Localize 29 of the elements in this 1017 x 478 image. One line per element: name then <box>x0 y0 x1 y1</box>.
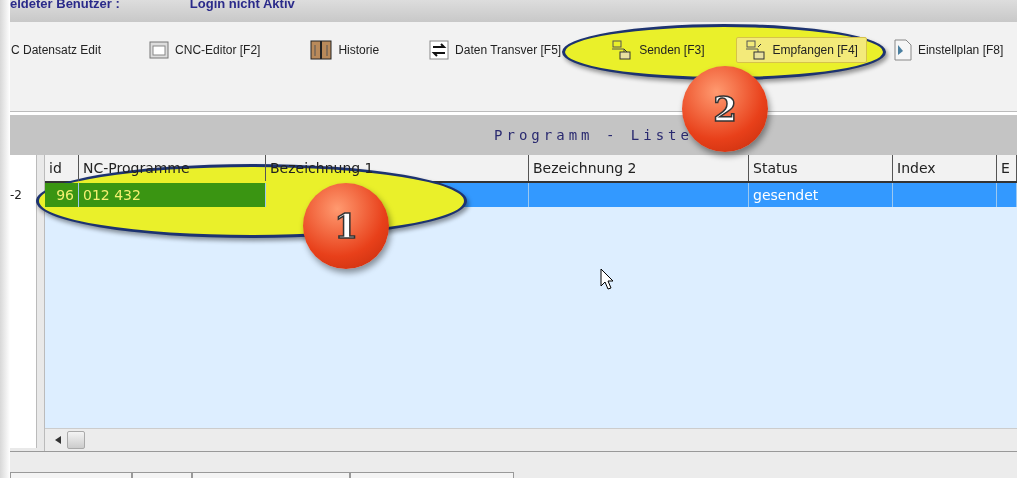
column-header[interactable]: Index <box>893 155 997 181</box>
column-header[interactable]: Status <box>749 155 893 181</box>
document-icon <box>893 39 912 61</box>
computer-transfer-icon <box>611 40 634 60</box>
bottom-tab[interactable] <box>132 472 192 478</box>
column-header[interactable]: Bezeichnung 2 <box>529 155 749 181</box>
swap-arrows-icon <box>429 40 450 60</box>
scrollbar-thumb[interactable] <box>67 431 85 449</box>
table-cell: 012 432 <box>79 183 266 207</box>
toolbar-button[interactable]: C Datensatz Edit <box>10 37 111 63</box>
book-icon <box>310 40 333 60</box>
toolbar-button[interactable]: Historie <box>301 37 389 63</box>
column-header[interactable]: E <box>997 155 1017 181</box>
bottom-tab[interactable] <box>350 472 514 478</box>
computer-transfer-icon <box>744 40 767 60</box>
scroll-left-icon[interactable] <box>55 436 61 444</box>
bottom-tab[interactable] <box>10 472 132 478</box>
table-cell: gesendet <box>749 183 893 207</box>
toolbar-button[interactable]: Daten Transver [F5] <box>420 37 571 63</box>
toolbar-button[interactable]: Einstellplan [F8] <box>884 37 1013 63</box>
toolbar-button[interactable]: Empfangen [F4] <box>735 37 867 63</box>
mouse-pointer-icon <box>600 268 614 290</box>
window-icon <box>149 41 170 59</box>
bottom-tab[interactable] <box>192 472 350 478</box>
table-cell: 96 <box>45 183 79 207</box>
toolbar-button[interactable]: Senden [F3] <box>602 37 714 63</box>
row-header: -2 <box>10 187 23 204</box>
toolbar-button[interactable]: CNC-Editor [F2] <box>140 37 270 63</box>
horizontal-scrollbar[interactable] <box>45 428 1017 451</box>
